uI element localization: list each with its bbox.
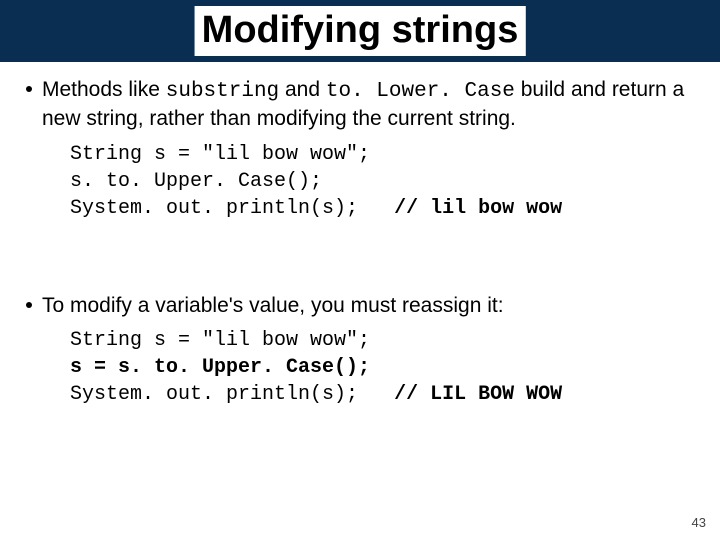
bullet-2: To modify a variable's value, you must r… [26,292,702,319]
b1-code1: substring [166,80,279,103]
spacer [26,222,702,292]
slide-title: Modifying strings [195,6,526,56]
code-block-1: String s = "lil bow wow"; s. to. Upper. … [70,141,702,222]
code2-l1: String s = "lil bow wow"; [70,329,370,352]
bullet-1: Methods like substring and to. Lower. Ca… [26,76,702,133]
header-bar: Modifying strings [0,0,720,62]
b1-mid: and [279,78,326,101]
bullet-dot-icon [26,302,32,308]
code-block-2: String s = "lil bow wow"; s = s. to. Upp… [70,327,702,408]
page-number: 43 [692,515,706,530]
bullet-2-text: To modify a variable's value, you must r… [42,292,504,319]
b1-pre: Methods like [42,78,166,101]
code1-l2: s. to. Upper. Case(); [70,170,322,193]
b1-code2: to. Lower. Case [326,80,515,103]
code2-comment: // LIL BOW WOW [394,383,562,406]
slide-content: Methods like substring and to. Lower. Ca… [0,62,720,408]
code1-comment: // lil bow wow [394,197,562,220]
code2-l2: s = s. to. Upper. Case(); [70,356,370,379]
code2-l3a: System. out. println(s); [70,383,394,406]
code1-l3a: System. out. println(s); [70,197,394,220]
bullet-1-text: Methods like substring and to. Lower. Ca… [42,76,702,133]
code1-l1: String s = "lil bow wow"; [70,143,370,166]
bullet-dot-icon [26,86,32,92]
